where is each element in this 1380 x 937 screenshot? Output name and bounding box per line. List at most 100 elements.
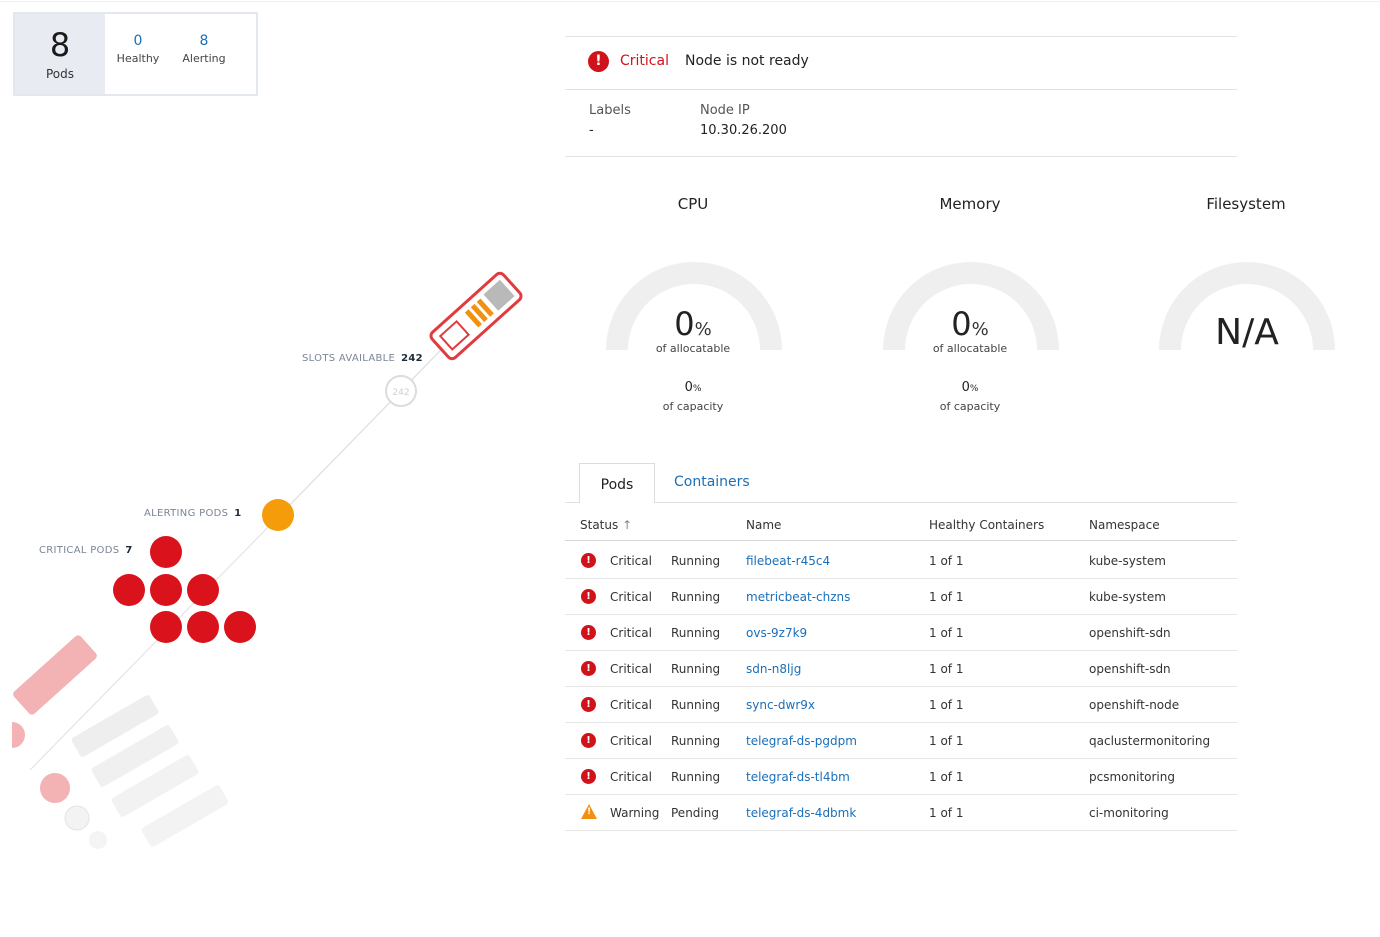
tab-containers[interactable]: Containers [674,474,750,490]
row-healthy: 1 of 1 [929,662,964,676]
header-divider-bottom [565,156,1237,157]
row-pod-name-link[interactable]: metricbeat-chzns [746,590,850,604]
node-ip-label: Node IP [700,103,750,118]
name-column-header[interactable]: Name [746,518,781,532]
row-status: Warning [610,806,660,820]
row-healthy: 1 of 1 [929,698,964,712]
alerting-stat[interactable]: 8 Alerting [171,4,237,94]
row-pod-name-link[interactable]: telegraf-ds-pgdpm [746,734,857,748]
cpu-capacity-label: of capacity [662,400,724,413]
header-divider-top [565,36,1237,37]
memory-capacity-number: 0 [961,380,970,395]
alerting-pod-dot[interactable] [262,499,294,531]
row-namespace: pcsmonitoring [1089,770,1175,784]
node-status: Critical [620,53,669,69]
node-server-icon[interactable] [429,271,523,361]
row-status: Critical [610,698,652,712]
alerting-pods-label: ALERTING PODS 1 [144,508,242,519]
memory-value-unit: % [971,319,989,340]
status-column-header[interactable]: Status ↑ [580,518,632,532]
table-row: ! Critical Running ovs-9z7k9 1 of 1 open… [565,615,1237,651]
warning-icon: ! [581,804,597,819]
healthy-containers-column-header[interactable]: Healthy Containers [929,518,1044,532]
critical-pods-label: CRITICAL PODS 7 [39,545,133,556]
pods-total[interactable]: 8 Pods [15,14,105,94]
row-healthy: 1 of 1 [929,806,964,820]
critical-icon: ! [581,625,596,640]
alerting-label: Alerting [182,52,226,65]
row-healthy: 1 of 1 [929,734,964,748]
row-healthy: 1 of 1 [929,590,964,604]
table-row: ! Critical Running telegraf-ds-pgdpm 1 o… [565,723,1237,759]
table-row: ! Critical Running sdn-n8ljg 1 of 1 open… [565,651,1237,687]
row-phase: Running [671,626,721,640]
slots-label-text: SLOTS AVAILABLE [302,353,396,364]
row-status: Critical [610,734,652,748]
row-pod-name-link[interactable]: filebeat-r45c4 [746,554,830,568]
svg-text:242: 242 [392,388,409,398]
row-namespace: qaclustermonitoring [1089,734,1211,748]
slots-value: 242 [401,353,423,364]
table-row: ! Critical Running sync-dwr9x 1 of 1 ope… [565,687,1237,723]
pod-summary: 8 Pods 0 Healthy 8 Alerting [13,12,258,96]
slots-available-label: SLOTS AVAILABLE 242 [302,353,423,364]
sort-ascending-icon[interactable]: ↑ [622,518,632,532]
row-status: Critical [610,626,652,640]
cpu-value-number: 0 [674,305,695,343]
memory-value-number: 0 [951,305,972,343]
row-status: Critical [610,662,652,676]
critical-icon: ! [581,589,596,604]
cpu-capacity-value: 0% [603,380,783,395]
row-phase: Running [671,698,721,712]
row-namespace: ci-monitoring [1089,806,1169,820]
tab-pods[interactable]: Pods [579,463,655,503]
row-status: Critical [610,590,652,604]
row-healthy: 1 of 1 [929,770,964,784]
row-pod-name-link[interactable]: sdn-n8ljg [746,662,801,676]
critical-pods-text: CRITICAL PODS [39,545,120,556]
critical-pods-value: 7 [125,545,133,556]
critical-pod-dots[interactable] [113,536,256,643]
row-namespace: kube-system [1089,554,1166,568]
alerting-pods-value: 1 [234,508,242,519]
healthy-stat[interactable]: 0 Healthy [105,4,171,94]
memory-capacity-label: of capacity [939,400,1001,413]
header-divider-mid [565,89,1237,90]
critical-icon: ! [588,51,609,72]
pods-label: Pods [45,67,75,81]
node-status-message: Node is not ready [685,53,809,69]
memory-capacity-value: 0% [880,380,1060,395]
row-pod-name-link[interactable]: telegraf-ds-tl4bm [746,770,850,784]
row-pod-name-link[interactable]: ovs-9z7k9 [746,626,807,640]
row-phase: Running [671,554,721,568]
cpu-allocatable-label: of allocatable [655,342,731,355]
row-pod-name-link[interactable]: telegraf-ds-4dbmk [746,806,856,820]
row-phase: Running [671,590,721,604]
cpu-capacity-unit: % [692,384,702,394]
row-phase: Running [671,770,721,784]
row-phase: Pending [671,806,719,820]
table-row: ! Critical Running metricbeat-chzns 1 of… [565,579,1237,615]
row-healthy: 1 of 1 [929,626,964,640]
healthy-label: Healthy [116,52,160,65]
filesystem-value: N/A [1215,312,1279,353]
row-namespace: openshift-sdn [1089,626,1171,640]
row-pod-name-link[interactable]: sync-dwr9x [746,698,815,712]
table-row: ! Warning Pending telegraf-ds-4dbmk 1 of… [565,795,1237,831]
top-divider [0,1,1380,2]
adjacent-node-faded [12,635,229,849]
node-ip-value: 10.30.26.200 [700,123,787,138]
cpu-capacity-number: 0 [684,380,693,395]
namespace-column-header[interactable]: Namespace [1089,518,1160,532]
table-header-divider [565,540,1237,541]
row-namespace: kube-system [1089,590,1166,604]
critical-icon: ! [581,661,596,676]
memory-value: 0% [880,305,1060,343]
critical-icon: ! [581,697,596,712]
row-namespace: openshift-node [1089,698,1180,712]
memory-capacity-unit: % [969,384,979,394]
cpu-title: CPU [677,195,709,213]
row-phase: Running [671,662,721,676]
memory-allocatable-label: of allocatable [932,342,1008,355]
pods-count: 8 [49,26,71,64]
